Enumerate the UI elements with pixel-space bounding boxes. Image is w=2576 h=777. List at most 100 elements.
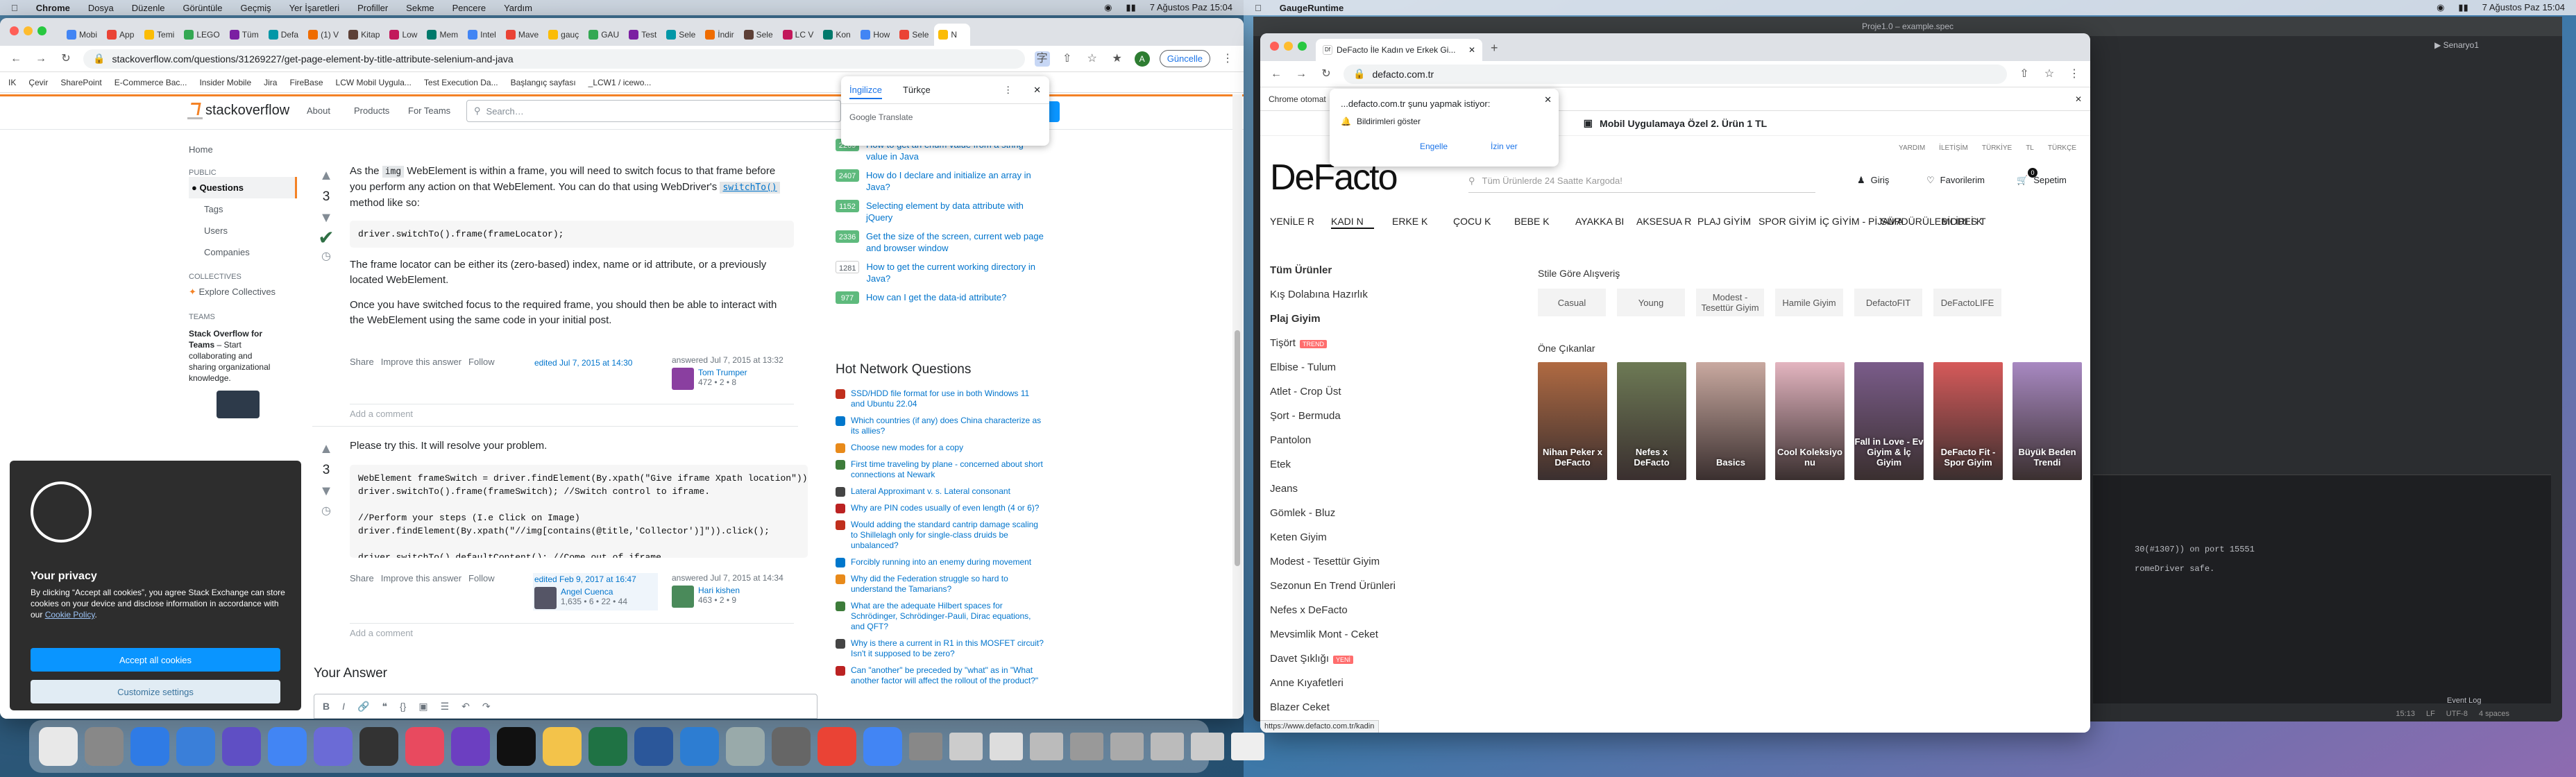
menu-edit[interactable]: Düzenle (132, 3, 165, 13)
battery-icon[interactable]: ▮▮ (1126, 2, 1135, 13)
profile-avatar[interactable]: A (1134, 51, 1150, 67)
menu-dots-icon[interactable]: ⋮ (2067, 67, 2082, 82)
reload-icon[interactable]: ↻ (1319, 67, 1334, 82)
avatar[interactable] (534, 587, 557, 609)
defacto-nav-item[interactable]: BEBE K (1514, 215, 1557, 228)
window-thumb-icon[interactable] (1030, 733, 1063, 760)
translate-lang-source[interactable]: İngilizce (849, 85, 882, 99)
defacto-category[interactable]: Sezonun En Trend Ürünleri (1270, 574, 1430, 598)
defacto-category[interactable]: Mevsimlik Mont - Ceket (1270, 622, 1430, 647)
list-icon[interactable]: ☰ (441, 701, 450, 712)
notify-allow-button[interactable]: İzin ver (1491, 142, 1518, 151)
defacto-nav-item[interactable]: ÇOCU K (1453, 215, 1496, 228)
tab-defacto[interactable]: Df DeFacto İle Kadın ve Erkek Gi... ✕ (1316, 39, 1482, 61)
zoom-window-button[interactable] (1298, 42, 1307, 51)
answer1-switchto-link[interactable]: switchTo() (720, 182, 780, 194)
onenote-icon[interactable] (451, 727, 490, 766)
extensions-icon[interactable]: ★ (1110, 51, 1125, 67)
downvote-icon[interactable]: ▼ (312, 210, 340, 226)
share-icon[interactable]: ⇧ (1060, 51, 1075, 67)
defacto-category[interactable]: Elbise - Tulum (1270, 355, 1430, 379)
notify-block-button[interactable]: Engelle (1420, 142, 1448, 151)
related-question[interactable]: 1281 How to get the current working direc… (836, 261, 1045, 284)
menu-clock-right[interactable]: 7 Ağustos Paz 15:04 (2482, 2, 2565, 13)
menu-app-name[interactable]: Chrome (36, 3, 70, 13)
menu-app-name-right[interactable]: GaugeRuntime (1280, 3, 1344, 13)
defacto-nav-item[interactable]: MODES T (1942, 215, 1986, 228)
apple-icon[interactable]:  (1255, 3, 1262, 13)
wifi-icon[interactable]: ◉ (2437, 2, 2444, 13)
answer2-editor[interactable]: Angel Cuenca (561, 587, 627, 597)
browser-tab[interactable]: Sele (739, 24, 777, 46)
menu-view[interactable]: Görüntüle (183, 3, 222, 13)
defacto-category[interactable]: Kış Dolabına Hazırlık (1270, 282, 1430, 307)
browser-tab[interactable]: Sele (895, 24, 933, 46)
related-question[interactable]: 977 How can I get the data-id attribute? (836, 291, 1045, 304)
music-icon[interactable] (405, 727, 444, 766)
so-nav-questions[interactable]: ● Questions (189, 177, 297, 198)
style-chip[interactable]: Young (1617, 289, 1685, 316)
so-explore-collectives[interactable]: ✦ Explore Collectives (189, 281, 297, 303)
window-thumb-icon[interactable] (1110, 733, 1144, 760)
menu-history[interactable]: Geçmiş (241, 3, 271, 13)
defacto-category[interactable]: Tişört TREND (1270, 331, 1430, 355)
avatar[interactable] (672, 586, 694, 608)
defacto-nav-item[interactable]: PLAJ GİYİM (1697, 215, 1751, 228)
bookmark-item[interactable]: E-Commerce Bac... (115, 78, 187, 87)
featured-card[interactable]: Cool Koleksiyo nu (1775, 362, 1845, 480)
browser-tab[interactable]: (1) V (304, 24, 344, 46)
bookmark-item[interactable]: FireBase (289, 78, 323, 87)
defacto-category[interactable]: Nefes x DeFacto (1270, 598, 1430, 622)
bold-icon[interactable]: B (323, 701, 330, 712)
menu-bookmarks[interactable]: Yer İşaretleri (289, 3, 340, 13)
featured-card[interactable]: Nihan Peker x DeFacto (1538, 362, 1607, 480)
menu-tab[interactable]: Sekme (406, 3, 434, 13)
status-lf[interactable]: LF (2426, 710, 2435, 718)
intellij-icon[interactable] (497, 727, 536, 766)
defacto-category[interactable]: Jeans (1270, 477, 1430, 501)
answer2-share[interactable]: Share (350, 573, 374, 583)
battery-icon[interactable]: ▮▮ (2458, 2, 2468, 13)
window-thumb-icon[interactable] (949, 733, 983, 760)
status-position[interactable]: 15:13 (2396, 710, 2415, 718)
related-question[interactable]: 1152 Selecting element by data attribute … (836, 200, 1045, 223)
bookmark-item[interactable]: Jira (264, 78, 277, 87)
translate-icon[interactable]: 字 (1034, 51, 1050, 67)
close-icon[interactable]: ✕ (1468, 45, 1475, 55)
bookmark-item[interactable]: LCW Mobil Uygula... (336, 78, 412, 87)
browser-tab[interactable]: Mem (423, 24, 463, 46)
update-button[interactable]: Güncelle (1159, 50, 1210, 67)
excel-icon[interactable] (634, 727, 673, 766)
so-nav-users[interactable]: Users (189, 220, 297, 241)
defacto-toplink[interactable]: TÜRKÇE (2048, 144, 2076, 152)
italic-icon[interactable]: I (342, 701, 345, 712)
browser-tab[interactable]: Temi (140, 24, 179, 46)
tor-icon[interactable] (314, 727, 353, 766)
sourcetree-icon[interactable] (130, 727, 169, 766)
style-chip[interactable]: DeFactoLIFE (1933, 289, 2001, 316)
chrome-canary-icon[interactable] (863, 727, 902, 766)
answer2-follow[interactable]: Follow (468, 573, 495, 583)
chrome-icon[interactable] (268, 727, 307, 766)
defacto-nav-item[interactable]: SÜRDÜRÜLEBİLİRLİ K (1881, 215, 1983, 228)
browser-tab[interactable]: LC V (778, 24, 818, 46)
answer1-username[interactable]: Tom Trumper (698, 368, 747, 377)
browser-tab[interactable]: Intel (464, 24, 500, 46)
chrome-app-icon[interactable] (817, 727, 856, 766)
hot-question[interactable]: Can "another" be preceded by "what" as i… (836, 665, 1044, 686)
answer2-improve[interactable]: Improve this answer (381, 573, 461, 583)
browser-tab[interactable]: How (856, 24, 895, 46)
defacto-category[interactable]: Davet Şıklığı YENİ (1270, 647, 1430, 671)
defacto-toplink[interactable]: TL (2026, 144, 2034, 152)
bookmark-item[interactable]: Çevir (28, 78, 48, 87)
browser-tab[interactable]: Sele (662, 24, 700, 46)
featured-card[interactable]: Büyük Beden Trendi (2012, 362, 2082, 480)
hot-question[interactable]: First time traveling by plane - concerne… (836, 459, 1044, 480)
browser-tab[interactable]: Defa (264, 24, 303, 46)
redo-icon[interactable]: ↷ (482, 701, 491, 712)
defacto-category[interactable]: Blazer Ceket (1270, 695, 1430, 719)
hot-question[interactable]: Which countries (if any) does China char… (836, 416, 1044, 436)
vpn-icon[interactable] (726, 727, 765, 766)
hot-question[interactable]: SSD/HDD file format for use in both Wind… (836, 388, 1044, 409)
answer1-share[interactable]: Share (350, 357, 374, 367)
